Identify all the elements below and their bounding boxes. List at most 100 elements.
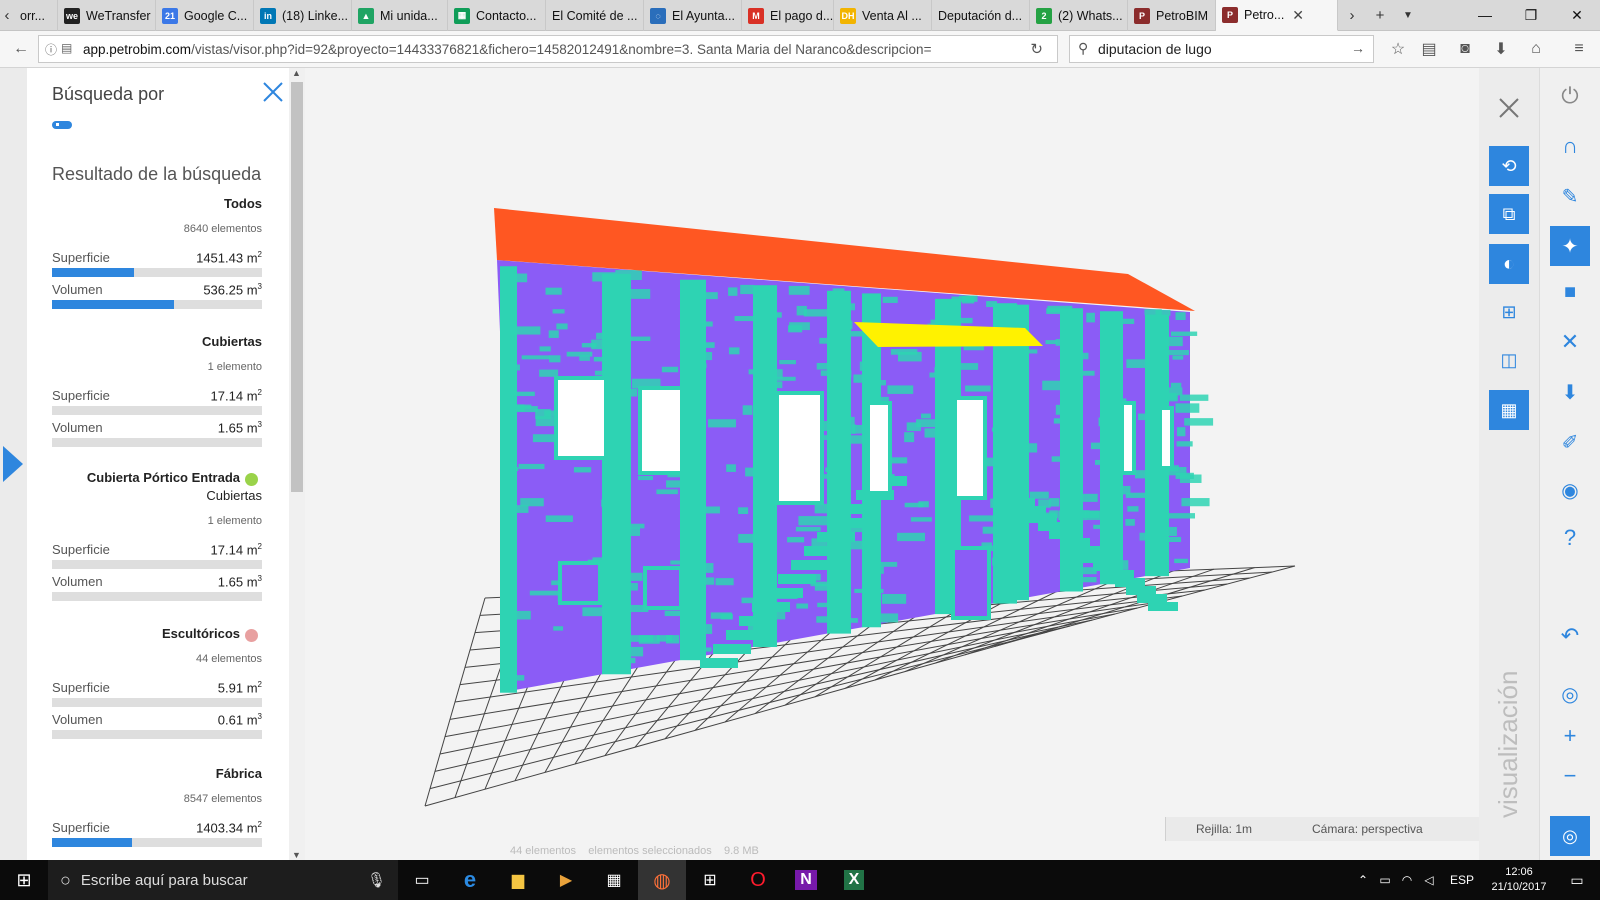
tab-scroll-left-icon[interactable]: ‹ — [0, 0, 14, 30]
url-bar[interactable]: ⓘ ▤ app.petrobim.com/vistas/visor.php?id… — [38, 35, 1058, 63]
browser-tab[interactable]: El Comité de ... — [546, 0, 644, 31]
task-view-button[interactable]: ▭ — [398, 860, 446, 900]
orbit-button[interactable]: ⟲ — [1489, 146, 1529, 186]
scroll-up-icon[interactable]: ▲ — [292, 68, 301, 78]
panel-scrollbar[interactable]: ▲ ▼ — [289, 68, 305, 860]
measure-button[interactable]: ✕ — [1550, 322, 1590, 362]
wifi-icon[interactable]: ◠ — [1396, 873, 1418, 887]
browser-tab[interactable]: 2 (2) Whats... — [1030, 0, 1128, 31]
tab-scroll-right-icon[interactable]: › — [1338, 0, 1366, 30]
section-box-button[interactable]: ◫ — [1489, 340, 1529, 380]
search-go-icon[interactable]: → — [1351, 40, 1365, 56]
close-window-icon[interactable]: ✕ — [1554, 0, 1600, 30]
search-box[interactable]: ⚲ diputacion de lugo → — [1069, 35, 1374, 63]
download-model-button[interactable]: ⬇ — [1550, 372, 1590, 412]
pocket-icon[interactable]: ◙ — [1450, 34, 1480, 64]
superficie-metric: Superficie 5.91 m2 — [52, 680, 262, 707]
back-icon[interactable]: ← — [6, 34, 36, 64]
explorer-button[interactable]: ▆ — [494, 860, 542, 900]
magnet-button[interactable]: ∩ — [1550, 126, 1590, 166]
menu-icon[interactable]: ≡ — [1564, 34, 1594, 64]
faded-status: 44 elementos elementos seleccionados 9.8… — [510, 845, 759, 857]
annotate-button[interactable]: ✐ — [1550, 422, 1590, 462]
stone-block — [910, 517, 932, 522]
grid-line — [424, 597, 486, 807]
superficie-metric: Superficie 1403.34 m2 — [52, 820, 262, 847]
zoom-in-button[interactable]: + — [1550, 716, 1590, 756]
tab-label: (18) Linke... — [282, 8, 349, 23]
media-button[interactable]: ▶ — [542, 860, 590, 900]
maximize-icon[interactable]: ❐ — [1508, 0, 1554, 30]
home-icon[interactable]: ⌂ — [1521, 34, 1551, 64]
edge-button[interactable]: e — [446, 860, 494, 900]
stone-block — [708, 419, 736, 428]
start-button[interactable]: ⊞ — [0, 860, 48, 900]
info-icon[interactable]: ⓘ — [45, 41, 57, 58]
onenote-button[interactable]: N — [782, 860, 830, 900]
superficie-metric: Superficie 1451.43 m2 — [52, 250, 262, 277]
volumen-metric: Volumen 0.61 m3 — [52, 712, 262, 739]
camera-button[interactable]: ■ — [1550, 272, 1590, 312]
notifications-icon[interactable]: ▭ — [1554, 872, 1600, 889]
reading-list-icon[interactable]: ▤ — [1414, 34, 1444, 64]
expand-arrow-icon[interactable] — [3, 446, 23, 482]
close-tab-icon[interactable]: ✕ — [1292, 7, 1304, 24]
bookmark-star-icon[interactable]: ☆ — [1383, 34, 1413, 64]
browser-tab[interactable]: P PetroBIM — [1128, 0, 1216, 31]
section-box-icon: ◫ — [1500, 349, 1518, 370]
close-viewer-icon[interactable] — [1489, 88, 1529, 128]
settings-button[interactable]: ◎ — [1550, 816, 1590, 856]
stone-block — [1045, 340, 1058, 345]
remote-button[interactable]: ◉ — [1550, 470, 1590, 510]
power-button[interactable]: ⏻ — [1550, 76, 1590, 116]
browser-tab[interactable]: we WeTransfer — [58, 0, 156, 31]
bim-model-scene[interactable] — [305, 68, 1479, 860]
taskbar-search[interactable]: ○ Escribe aquí para buscar 🎙 — [48, 860, 398, 900]
reload-icon[interactable]: ↻ — [1030, 40, 1043, 58]
pen-button[interactable]: ✎ — [1550, 176, 1590, 216]
visibility-button[interactable]: ◎ — [1550, 674, 1590, 714]
stair-step — [700, 658, 738, 668]
browser-tab[interactable]: ▲ Mi unida... — [352, 0, 448, 31]
browser-tab[interactable]: M El pago d... — [742, 0, 834, 31]
clock[interactable]: 12:06 21/10/2017 — [1484, 865, 1554, 895]
help-button[interactable]: ? — [1550, 518, 1590, 558]
download-icon[interactable]: ⬇ — [1486, 34, 1516, 64]
volume-icon[interactable]: ◁ — [1418, 873, 1440, 887]
scroll-down-icon[interactable]: ▼ — [292, 850, 301, 860]
tray-up-icon[interactable]: ⌃ — [1352, 873, 1374, 887]
microphone-icon[interactable]: 🎙 — [367, 871, 386, 889]
browser-tab[interactable]: ◌ El Ayunta... — [644, 0, 742, 31]
grid-button[interactable]: ▦ — [1489, 390, 1529, 430]
metric-label: Superficie — [52, 250, 110, 265]
browser-tab[interactable]: 21 Google C... — [156, 0, 254, 31]
stair-step — [843, 504, 881, 514]
browser-tab[interactable]: P Petro... ✕ — [1216, 0, 1338, 31]
windows-app-button[interactable]: ⊞ — [686, 860, 734, 900]
layers-button[interactable]: ⊞ — [1489, 292, 1529, 332]
firefox-button[interactable]: ◍ — [638, 860, 686, 900]
select-box-button[interactable]: ⧉ — [1489, 194, 1529, 234]
scroll-thumb[interactable] — [291, 82, 303, 492]
zoom-out-button[interactable]: − — [1550, 756, 1590, 796]
magic-wand-button[interactable]: ✦ — [1550, 226, 1590, 266]
undo-button[interactable]: ↶ — [1550, 616, 1590, 656]
browser-tab[interactable]: in (18) Linke... — [254, 0, 352, 31]
browser-tab[interactable]: Deputación d... — [932, 0, 1030, 31]
language-indicator[interactable]: ESP — [1440, 873, 1484, 887]
store-button[interactable]: ▦ — [590, 860, 638, 900]
tab-list-icon[interactable]: ▼ — [1394, 0, 1422, 30]
browser-tab[interactable]: ▦ Contacto... — [448, 0, 546, 31]
minimize-icon[interactable]: — — [1462, 0, 1508, 30]
opera-button[interactable]: O — [734, 860, 782, 900]
battery-icon[interactable]: ▭ — [1374, 873, 1396, 887]
contrast-button[interactable]: ◐ — [1489, 244, 1529, 284]
3d-viewer[interactable]: Rejilla: 1m Cámara: perspectiva 44 eleme… — [305, 68, 1479, 860]
metric-bar — [52, 406, 262, 415]
browser-tab[interactable]: DH Venta Al ... — [834, 0, 932, 31]
browser-tab[interactable]: orr... — [14, 0, 58, 31]
close-panel-icon[interactable] — [263, 82, 283, 102]
excel-button[interactable]: X — [830, 860, 878, 900]
stone-block — [549, 355, 561, 363]
new-tab-icon[interactable]: + — [1366, 0, 1394, 30]
